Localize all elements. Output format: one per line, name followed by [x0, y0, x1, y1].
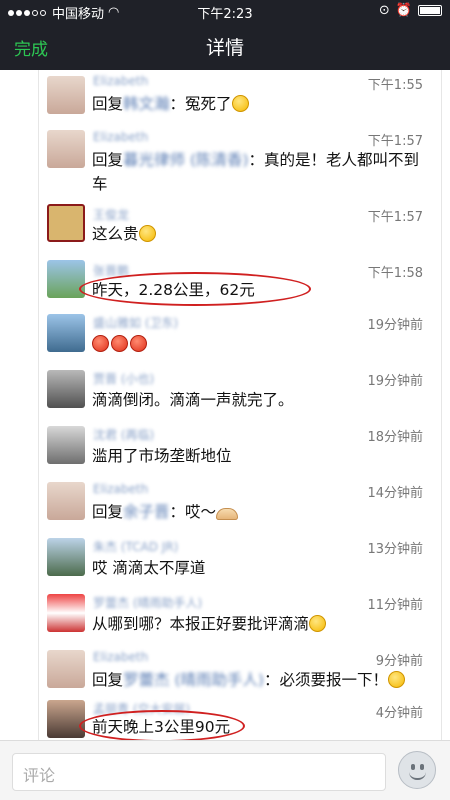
avatar[interactable]: [47, 260, 85, 298]
rotation-lock-icon: ⊙: [378, 3, 390, 18]
commenter-name[interactable]: 盛山雅如 (卫东): [93, 314, 178, 331]
avatar[interactable]: [47, 426, 85, 464]
comment-time: 下午1:57: [367, 134, 423, 149]
avatar[interactable]: [47, 482, 85, 520]
comment-text: 从哪到哪？本报正好要批评滴滴: [92, 612, 423, 636]
comment-text: [92, 332, 423, 356]
commenter-name[interactable]: Elizabeth: [93, 74, 148, 88]
avatar[interactable]: [47, 314, 85, 352]
comment-text: 回复韩文瀚：冤死了: [92, 92, 423, 116]
highlight-circle: [79, 710, 245, 742]
comment-input-bar: 评论: [0, 740, 450, 800]
comment-time: 下午1:55: [367, 78, 423, 93]
comment-text: 滴滴倒闭。滴滴一声就完了。: [92, 391, 294, 409]
comment-input[interactable]: 评论: [12, 753, 386, 791]
angry-emoji-icon: [92, 335, 109, 352]
commenter-name[interactable]: 贾晋 (小也): [93, 370, 154, 387]
page-title: 详情: [205, 37, 244, 59]
highlight-circle: [79, 272, 311, 306]
comment-time: 13分钟前: [367, 542, 423, 557]
alarm-icon: ⏰: [395, 3, 412, 18]
laugh-emoji-icon: [309, 615, 327, 632]
avatar[interactable]: [47, 538, 85, 576]
comment-time: 14分钟前: [367, 486, 423, 501]
comment-text: 滥用了市场垄断地位: [92, 447, 232, 465]
angry-emoji-icon: [130, 335, 147, 352]
comment-time: 11分钟前: [367, 598, 423, 613]
reply-target[interactable]: 韩文瀚: [123, 95, 170, 113]
reply-target[interactable]: 暮光律师 (陈清香): [123, 151, 249, 169]
avatar[interactable]: [47, 76, 85, 114]
avatar[interactable]: [47, 130, 85, 168]
reply-target[interactable]: 罗蕾杰 (晴雨助手人): [123, 671, 264, 689]
comment-time: 19分钟前: [367, 318, 423, 333]
angry-emoji-icon: [111, 335, 128, 352]
status-bar: 中国移动 ◠ 下午2:23 ⊙ ⏰: [0, 0, 450, 22]
commenter-name[interactable]: Elizabeth: [93, 130, 148, 144]
fan-emoji-icon: [216, 508, 239, 520]
battery-icon: [418, 5, 442, 16]
avatar[interactable]: [47, 650, 85, 688]
avatar[interactable]: [47, 370, 85, 408]
avatar[interactable]: [47, 700, 85, 738]
comment-panel: Elizabeth 下午1:55 回复韩文瀚：冤死了 Elizabeth 下午1…: [38, 70, 442, 742]
smile-emoji-icon: [231, 95, 249, 112]
commenter-name[interactable]: 朱杰 (TCAD JR): [93, 538, 178, 555]
laugh-emoji-icon: [388, 671, 406, 688]
comment-text: 回复暮光律师 (陈清香)：真的是！老人都叫不到车: [92, 151, 420, 193]
commenter-name[interactable]: 沈君 (再临): [93, 426, 154, 443]
comment-text: 回复余子晋：哎～: [92, 500, 423, 524]
comment-text: 哎 滴滴太不厚道: [92, 559, 206, 577]
avatar[interactable]: [47, 204, 85, 242]
avatar[interactable]: [47, 594, 85, 632]
comment-text: 回复罗蕾杰 (晴雨助手人)：必须要报一下！: [92, 668, 423, 692]
comment-time: 9分钟前: [375, 654, 423, 669]
commenter-name[interactable]: 罗蕾杰 (晴雨助手人): [93, 594, 202, 611]
nav-bar: 完成 详情: [0, 22, 450, 70]
commenter-name[interactable]: 王俊龙: [93, 206, 129, 223]
commenter-name[interactable]: Elizabeth: [93, 650, 148, 664]
emoji-button-icon[interactable]: [398, 751, 436, 789]
comment-time: 18分钟前: [367, 430, 423, 445]
grin-emoji-icon: [138, 225, 156, 242]
comment-text: 这么贵: [92, 222, 423, 246]
reply-target[interactable]: 余子晋: [123, 503, 170, 521]
comment-time: 19分钟前: [367, 374, 423, 389]
commenter-name[interactable]: Elizabeth: [93, 482, 148, 496]
